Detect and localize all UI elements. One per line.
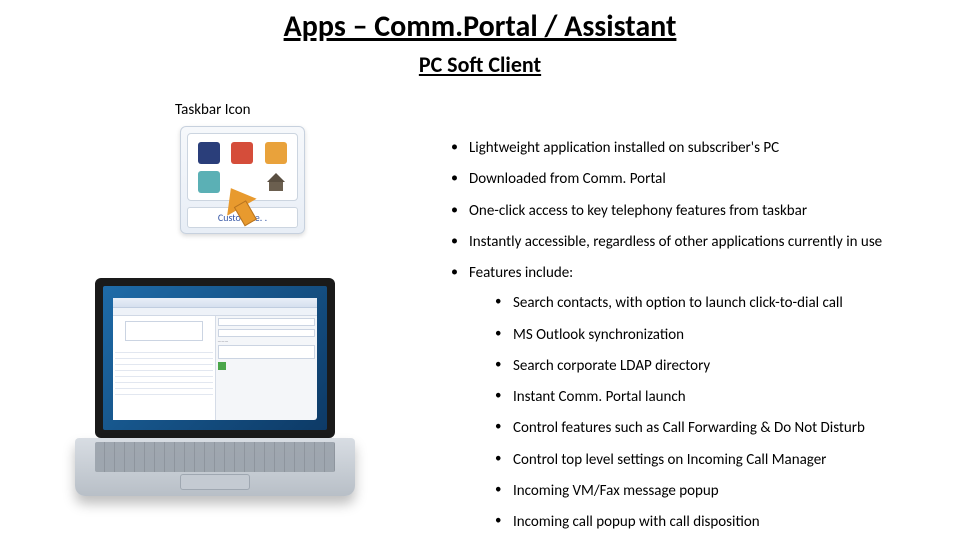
tray-icon [198,171,220,193]
bullet-item: Features include: Search contacts, with … [445,263,940,532]
bullet-item: Downloaded from Comm. Portal [445,169,940,189]
laptop-base [75,438,355,496]
call-icon [218,362,226,370]
sub-bullet-item: Instant Comm. Portal launch [469,387,940,407]
bullet-item: Instantly accessible, regardless of othe… [445,232,940,252]
tray-icon-app [265,171,287,193]
feature-bullets: Lightweight application installed on sub… [445,138,940,543]
sub-bullet-item: Incoming call popup with call dispositio… [469,512,940,532]
tray-icon [265,142,287,164]
sub-bullet-item: Control top level settings on Incoming C… [469,450,940,470]
page-title: Apps – Comm.Portal / Assistant [0,8,960,45]
laptop-illustration: ——— [75,278,355,508]
page-subtitle: PC Soft Client [0,51,960,78]
tray-icon [231,142,253,164]
sub-bullet-item: Incoming VM/Fax message popup [469,481,940,501]
taskbar-label: Taskbar Icon [175,101,250,119]
sub-bullet-item: Control features such as Call Forwarding… [469,418,940,438]
bullet-item: One-click access to key telephony featur… [445,201,940,221]
sub-bullet-item: Search contacts, with option to launch c… [469,293,940,313]
bullet-text: Features include: [469,264,573,282]
sub-bullet-item: MS Outlook synchronization [469,325,940,345]
laptop-screen: ——— [95,278,335,438]
tray-icon [198,142,220,164]
sub-bullet-item: Search corporate LDAP directory [469,356,940,376]
app-window-screenshot: ——— [113,298,317,420]
bullet-item: Lightweight application installed on sub… [445,138,940,158]
